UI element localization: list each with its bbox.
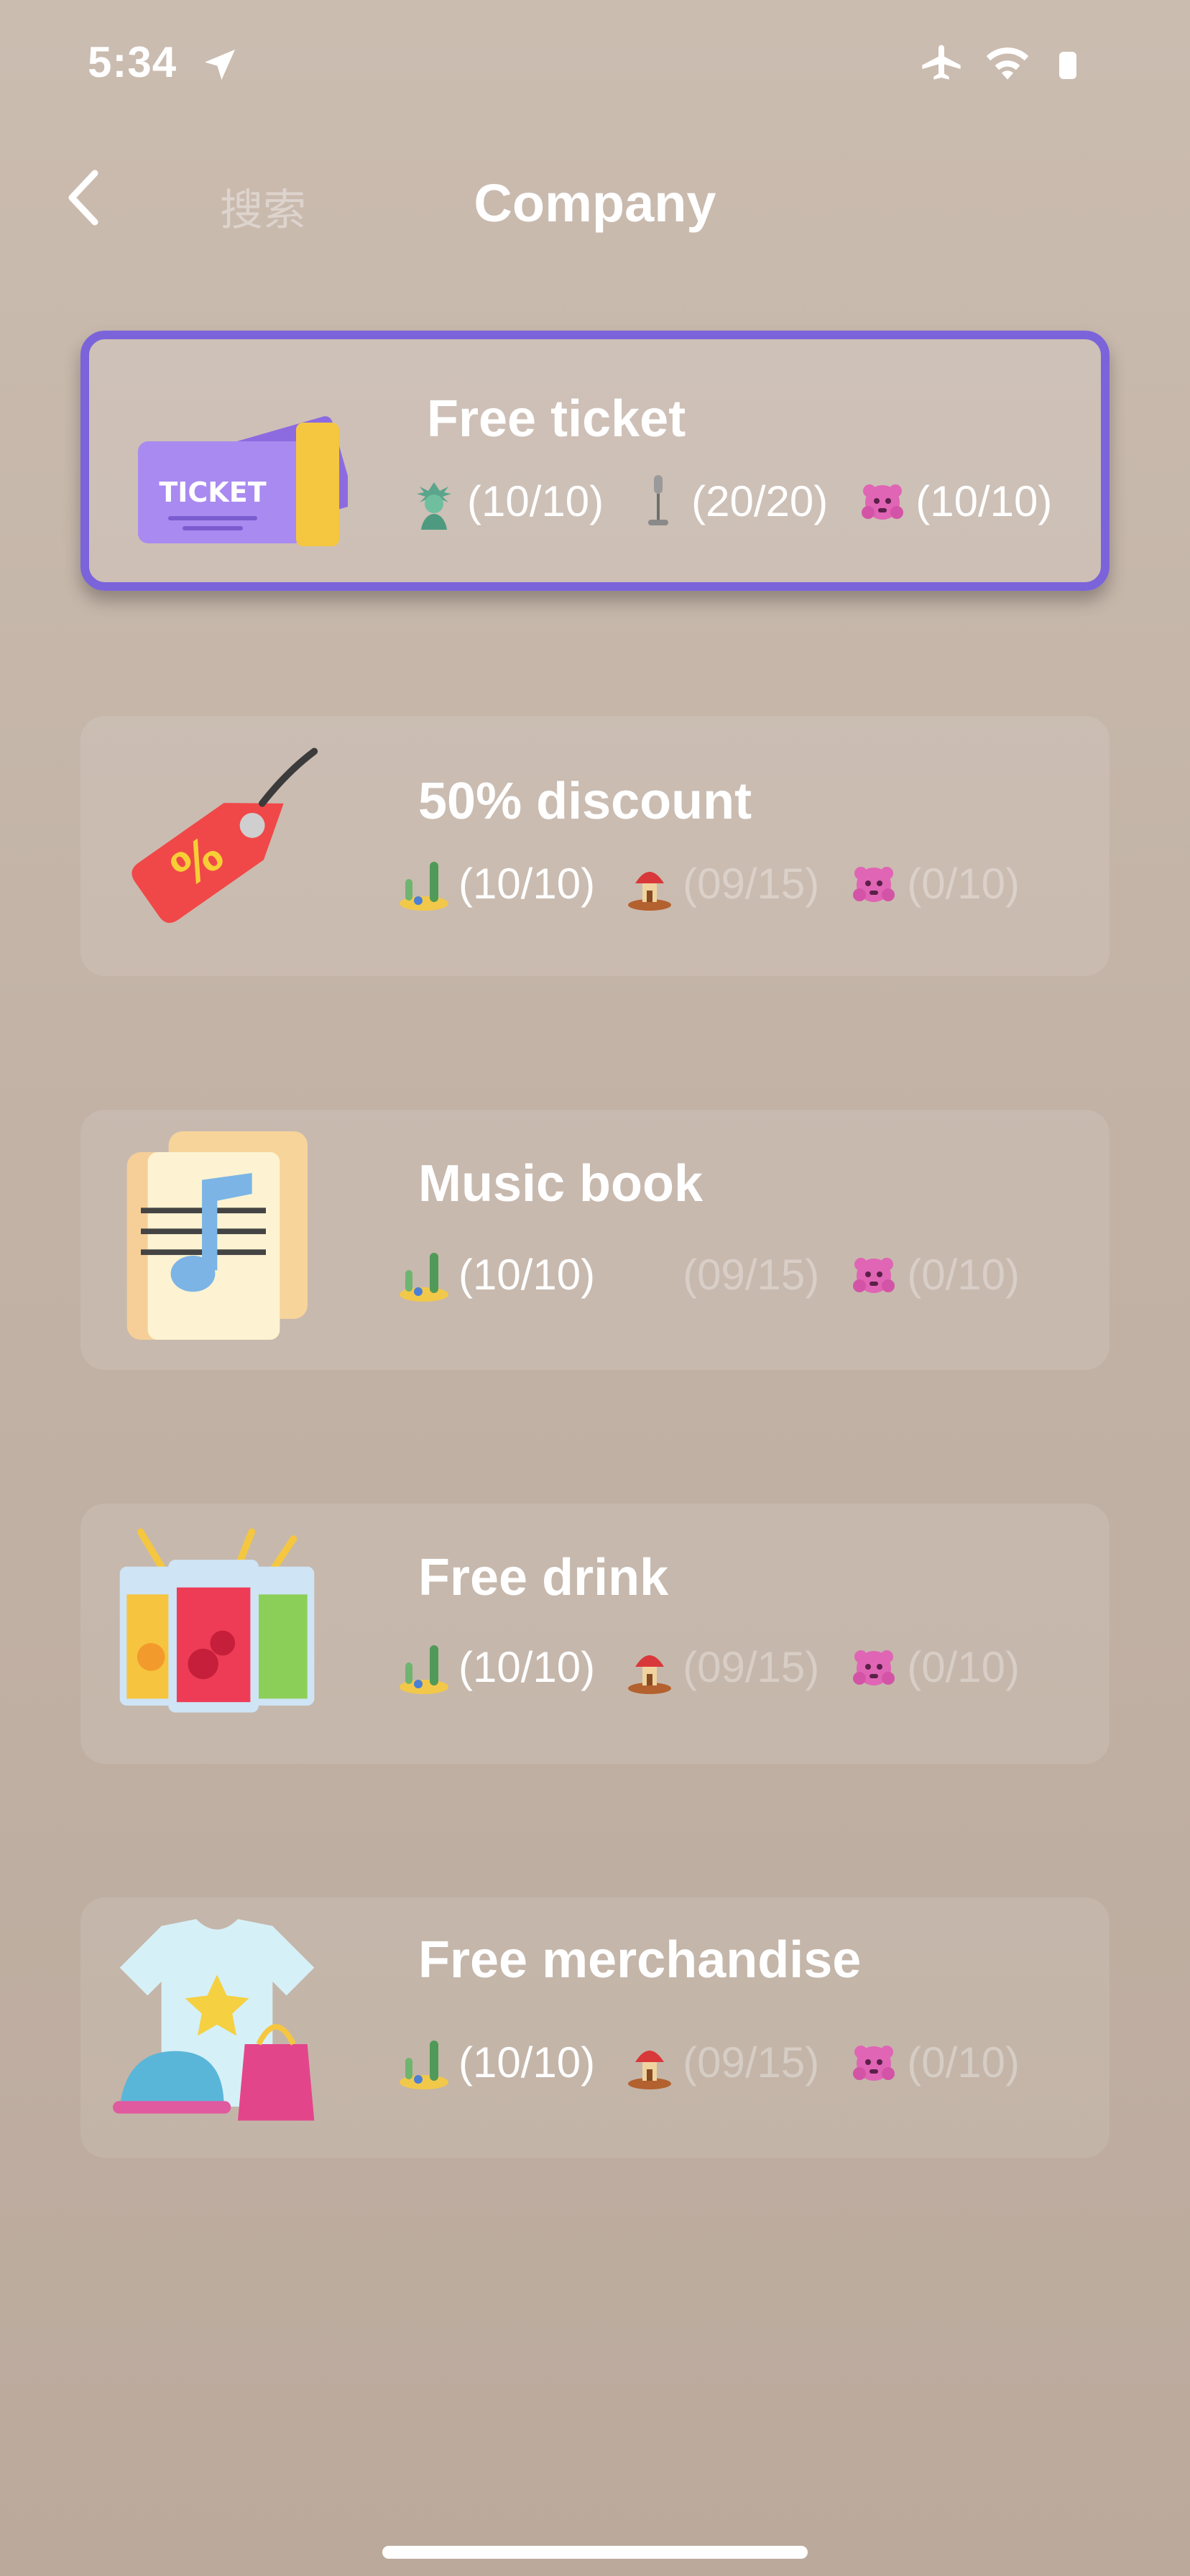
requirement-progress: (10/10): [458, 2038, 596, 2087]
pink-monster-icon: [853, 2046, 895, 2081]
requirements-row: (10/10) (09/15) (0/10): [397, 1634, 1046, 1699]
reward-card-free-merchandise[interactable]: Free merchandise (10/10) (09/15) (0/10): [80, 1898, 1110, 2158]
mushroom-house-icon: [628, 2051, 672, 2089]
wifi-icon: [986, 47, 1029, 80]
drinks-icon: [119, 1528, 315, 1713]
requirement-progress: (10/10): [458, 1250, 596, 1299]
pink-monster-icon: [862, 484, 904, 520]
requirement-item: (09/15): [621, 1246, 819, 1303]
requirement-progress: (0/10): [907, 2038, 1020, 2087]
microphone-icon: [648, 475, 669, 525]
requirement-item: (10/10): [397, 2033, 595, 2091]
cactus-island-icon: [400, 862, 448, 911]
discount-tag-icon: %: [132, 748, 318, 924]
cactus-island-icon: [400, 1645, 448, 1694]
requirement-progress: (0/10): [907, 1642, 1020, 1691]
reward-title: Free ticket: [427, 390, 686, 448]
requirement-item: (09/15): [621, 1638, 819, 1696]
airplane-icon: [922, 45, 961, 80]
reward-card-free-ticket[interactable]: TICKET Free ticket (10/10) (20/20) (10/1…: [80, 331, 1110, 591]
requirement-progress: (10/10): [915, 477, 1053, 525]
requirements-row: (10/10) (20/20) (10/10): [405, 469, 1078, 533]
requirement-item: (10/10): [854, 472, 1052, 530]
requirement-item: (0/10): [845, 2033, 1020, 2091]
requirement-progress: (09/15): [683, 859, 820, 908]
reward-card-50-discount[interactable]: % 50% discount (10/10) (09/15) (0/10): [80, 716, 1110, 976]
merchandise-icon: [113, 1919, 315, 2121]
home-indicator[interactable]: [382, 2546, 808, 2559]
requirement-item: (0/10): [845, 1246, 1020, 1303]
pink-monster-icon: [853, 867, 895, 902]
reward-title: Music book: [418, 1155, 704, 1213]
status-bar: 5:34: [0, 0, 1190, 129]
requirement-progress: (09/15): [683, 1642, 820, 1691]
requirement-progress: (20/20): [691, 477, 829, 525]
ticket-icon: TICKET: [138, 416, 348, 546]
battery-icon: [1059, 52, 1076, 79]
pink-monster-icon: [853, 1258, 895, 1293]
requirement-item: (09/15): [621, 2033, 819, 2091]
requirement-item: (0/10): [845, 855, 1020, 912]
requirements-row: (10/10) (09/15) (0/10): [397, 2030, 1046, 2094]
mushroom-house-icon: [628, 1655, 672, 1694]
music-book-icon: [126, 1131, 308, 1340]
requirements-row: (10/10) (09/15) (0/10): [397, 851, 1046, 916]
page-title: Company: [474, 173, 716, 233]
reward-title: 50% discount: [418, 773, 752, 830]
requirement-item: (10/10): [397, 1246, 595, 1303]
reward-title: Free merchandise: [418, 1931, 862, 1989]
requirement-progress: (09/15): [683, 2038, 820, 2087]
reward-card-music-book[interactable]: Music book (10/10) (09/15) (0/10): [80, 1110, 1110, 1370]
pink-monster-icon: [853, 1650, 895, 1685]
mushroom-house-icon: [628, 872, 672, 911]
requirement-progress: (10/10): [467, 477, 604, 525]
statue-of-liberty-icon: [417, 482, 451, 530]
requirement-item: (10/10): [405, 472, 604, 530]
reward-card-free-drink[interactable]: Free drink (10/10) (09/15) (0/10): [80, 1504, 1110, 1764]
requirement-progress: (10/10): [458, 1642, 596, 1691]
status-time: 5:34: [88, 38, 177, 86]
location-arrow-icon: [205, 50, 235, 80]
requirement-progress: (0/10): [907, 859, 1020, 908]
requirements-row: (10/10) (09/15) (0/10): [397, 1242, 1046, 1307]
requirement-item: (0/10): [845, 1638, 1020, 1696]
reward-title: Free drink: [418, 1549, 669, 1606]
cactus-island-icon: [400, 1253, 448, 1302]
requirement-item: (10/10): [397, 855, 595, 912]
cactus-island-icon: [400, 2041, 448, 2089]
requirement-item: (09/15): [621, 855, 819, 912]
requirement-item: (20/20): [629, 472, 828, 530]
requirement-progress: (0/10): [907, 1250, 1020, 1299]
ticket-text: TICKET: [159, 477, 266, 508]
requirement-progress: (09/15): [683, 1250, 820, 1299]
requirement-progress: (10/10): [458, 859, 596, 908]
requirement-item: (10/10): [397, 1638, 595, 1696]
